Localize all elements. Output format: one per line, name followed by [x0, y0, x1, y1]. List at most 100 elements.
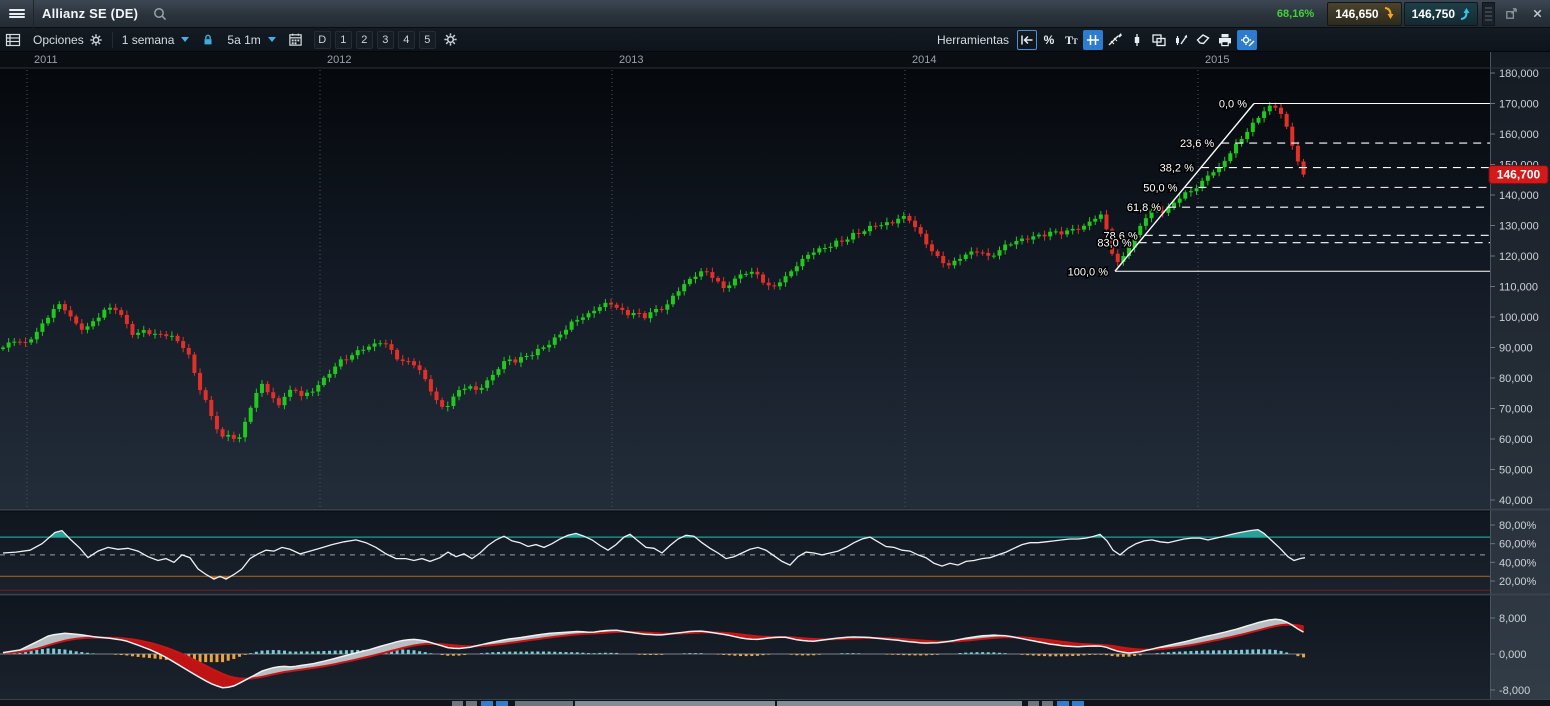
strip-tab[interactable]: [1042, 701, 1053, 706]
period-dropdown[interactable]: 1 semana: [115, 30, 197, 50]
drawing-settings-icon: [1239, 32, 1255, 48]
price-axis-label: 50,000: [1499, 465, 1533, 477]
year-label: 2014: [912, 54, 936, 66]
price-axis-label: 180,000: [1499, 68, 1539, 80]
price-axis-label: 40,000: [1499, 495, 1533, 507]
close-icon: [1531, 7, 1544, 20]
fib-level-label: 61,8 %: [1127, 202, 1161, 214]
interval-button-2[interactable]: 2: [356, 31, 373, 49]
close-button[interactable]: [1524, 2, 1550, 26]
chart-list-button[interactable]: [1, 30, 25, 50]
strip-tab[interactable]: [466, 701, 477, 706]
trendline-draw-tool-button[interactable]: [1105, 30, 1125, 50]
range-value: 5a 1m: [227, 33, 260, 47]
sell-price: 146,650: [1335, 7, 1378, 21]
calendar-icon: [288, 32, 303, 47]
price-axis-label: 160,000: [1499, 129, 1539, 141]
chart-canvas[interactable]: 2011 2012 2013 2014 2015 0,0 % 23,6 % 38,2 % 50,…: [0, 52, 1550, 700]
strip-tab-active[interactable]: [496, 701, 508, 706]
indicator-icon: [1173, 32, 1189, 48]
svg-text:%: %: [1044, 33, 1055, 47]
lock-button[interactable]: [197, 30, 219, 50]
indicator-tool-button[interactable]: [1171, 30, 1191, 50]
price-axis-label: 80,000: [1499, 373, 1533, 385]
macd-axis-label: -8,000: [1499, 685, 1530, 697]
sell-button[interactable]: 146,650: [1327, 2, 1401, 26]
strip-tab[interactable]: [515, 701, 573, 706]
undo-tool-button[interactable]: [1017, 30, 1037, 50]
text-tool-icon: TT: [1063, 32, 1079, 48]
arrow-up-icon: [1459, 7, 1470, 20]
chevron-down-icon: [268, 37, 276, 42]
strip-tab[interactable]: [1028, 701, 1039, 706]
interval-button-D[interactable]: D: [314, 31, 331, 49]
printer-tool-button[interactable]: [1215, 30, 1235, 50]
price-axis-label: 130,000: [1499, 221, 1539, 233]
strip-tab[interactable]: [452, 701, 463, 706]
price-axis-label: 140,000: [1499, 190, 1539, 202]
drawing-settings-tool-button[interactable]: [1237, 30, 1257, 50]
oscillator-axis-label: 80,00%: [1499, 520, 1537, 532]
menu-button[interactable]: [0, 0, 34, 28]
year-label: 2013: [619, 54, 643, 66]
strip-tab-active[interactable]: [481, 701, 493, 706]
tools-section: Herramientas % TT: [937, 30, 1257, 50]
macd-axis-label: 8,000: [1499, 613, 1527, 625]
strip-tab-active[interactable]: [1057, 701, 1069, 706]
year-label: 2015: [1205, 54, 1229, 66]
layout-windows-tool-button[interactable]: [1149, 30, 1169, 50]
text-tool-tool-button[interactable]: TT: [1061, 30, 1081, 50]
grip-handle[interactable]: [1482, 2, 1495, 26]
strip-tab-active[interactable]: [1072, 701, 1084, 706]
strip-tab[interactable]: [777, 701, 1022, 706]
year-label: 2012: [327, 54, 351, 66]
arrow-down-icon: [1383, 7, 1394, 20]
fib-level-label: 50,0 %: [1143, 182, 1177, 194]
popout-icon: [1504, 6, 1519, 21]
layout-windows-icon: [1151, 32, 1167, 48]
page-title: Allianz SE (DE): [42, 6, 138, 21]
options-menu[interactable]: Opciones: [26, 30, 110, 50]
fib-level-label: 38,2 %: [1160, 163, 1194, 175]
last-price-badge: 146,700: [1489, 166, 1548, 184]
price-axis-label: 100,000: [1499, 312, 1539, 324]
tools-label: Herramientas: [937, 33, 1009, 47]
price-axis-label: 90,000: [1499, 343, 1533, 355]
lock-icon: [201, 33, 215, 47]
fib-level-label: 23,6 %: [1180, 138, 1214, 150]
percent-tool-button[interactable]: %: [1039, 30, 1059, 50]
printer-icon: [1217, 32, 1233, 48]
search-icon[interactable]: [152, 6, 168, 22]
period-value: 1 semana: [122, 33, 175, 47]
interval-button-3[interactable]: 3: [377, 31, 394, 49]
fib-retracement-icon: [1085, 32, 1101, 48]
year-label: 2011: [34, 54, 58, 66]
options-label: Opciones: [33, 33, 84, 47]
fib-level-label: 83,0 %: [1097, 238, 1131, 250]
interval-button-1[interactable]: 1: [335, 31, 352, 49]
interval-settings-button[interactable]: [439, 30, 462, 50]
interval-button-4[interactable]: 4: [398, 31, 415, 49]
fib-level-label: 0,0 %: [1219, 99, 1247, 111]
undo-icon: [1019, 32, 1035, 48]
candlestick-tool-button[interactable]: [1127, 30, 1147, 50]
eraser-tool-button[interactable]: [1193, 30, 1213, 50]
oscillator-axis-label: 40,00%: [1499, 557, 1537, 569]
trading-app-window: Allianz SE (DE) 68,16% 146,650 146,750 O…: [0, 0, 1550, 706]
grid-list-icon: [5, 32, 21, 48]
strip-tab[interactable]: [575, 701, 775, 706]
range-dropdown[interactable]: 5a 1m: [220, 30, 282, 50]
chart-toolbar: Opciones 1 semana 5a 1m D12345 Herramien…: [0, 28, 1550, 52]
macd-axis-label: 0,000: [1499, 649, 1527, 661]
fib-retracement-tool-button[interactable]: [1083, 30, 1103, 50]
interval-button-5[interactable]: 5: [419, 31, 436, 49]
popout-button[interactable]: [1498, 2, 1524, 26]
trendline-draw-icon: [1107, 32, 1123, 48]
bottom-strip[interactable]: [0, 700, 1550, 706]
change-percent: 68,16%: [1277, 8, 1314, 20]
gear-icon: [443, 32, 458, 47]
calendar-button[interactable]: [284, 30, 307, 50]
buy-button[interactable]: 146,750: [1404, 2, 1478, 26]
fib-level-label: 100,0 %: [1068, 266, 1109, 278]
oscillator-axis-label: 60,00%: [1499, 539, 1537, 551]
